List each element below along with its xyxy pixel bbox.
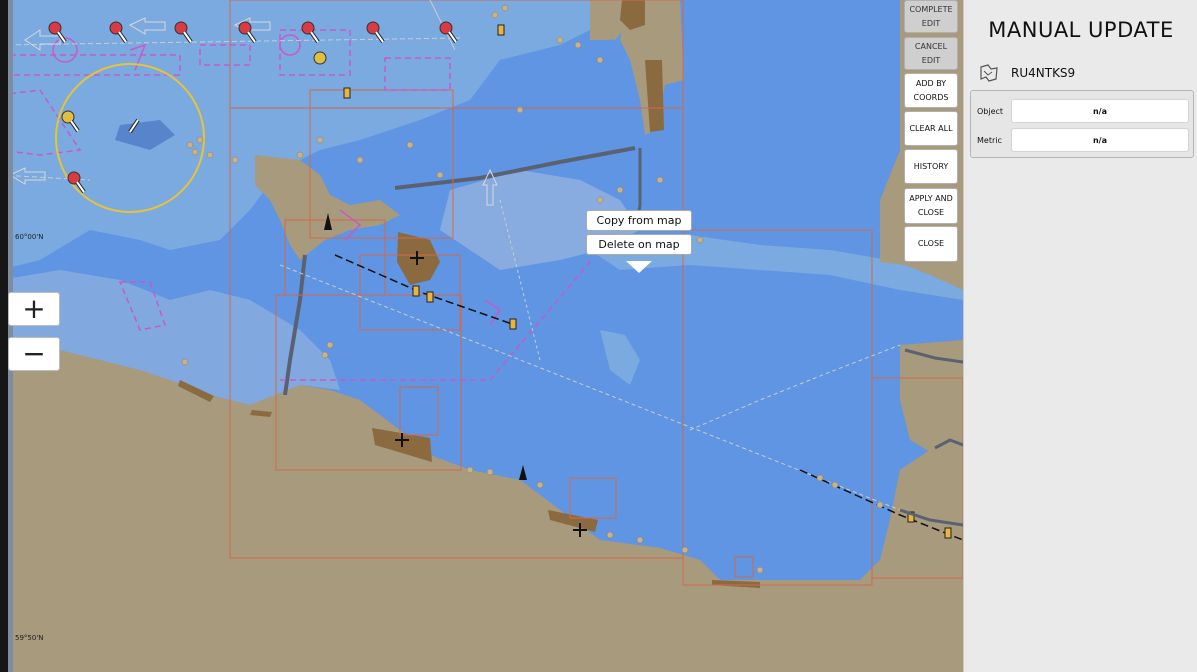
metric-row: Metric n/a [971, 127, 1195, 153]
chart-frame-scale [8, 0, 13, 672]
clear-all-button[interactable]: CLEAR ALL [904, 111, 958, 146]
cell-name: RU4NTKS9 [1011, 66, 1076, 80]
object-value-field[interactable]: n/a [1011, 99, 1189, 123]
zoom-in-button[interactable]: + [8, 292, 60, 326]
add-by-coords-button[interactable]: ADD BY COORDS [904, 73, 958, 108]
latitude-label: 60°00'N [15, 233, 44, 241]
cell-row: RU4NTKS9 [979, 63, 1075, 83]
cancel-edit-button[interactable]: CANCEL EDIT [904, 37, 958, 70]
context-menu: Copy from map Delete on map [586, 210, 696, 273]
chart-canvas[interactable] [0, 0, 963, 672]
panel-title: MANUAL UPDATE [988, 18, 1174, 42]
metric-value-field[interactable]: n/a [1011, 128, 1189, 152]
delete-on-map-button[interactable]: Delete on map [586, 234, 692, 255]
history-button[interactable]: HISTORY [904, 149, 958, 184]
chart-frame-left [0, 0, 8, 672]
zoom-out-button[interactable]: − [8, 337, 60, 371]
chart-cell-icon [980, 64, 998, 82]
latitude-label: 59°50'N [15, 634, 44, 642]
copy-from-map-button[interactable]: Copy from map [586, 210, 692, 231]
apply-and-close-button[interactable]: APPLY AND CLOSE [904, 188, 958, 224]
object-label: Object [977, 106, 1004, 116]
metric-label: Metric [977, 135, 1002, 145]
context-menu-pointer [626, 261, 652, 273]
manual-update-panel: MANUAL UPDATE RU4NTKS9 Object n/a Metric… [963, 0, 1197, 672]
object-row: Object n/a [971, 98, 1195, 124]
close-button[interactable]: CLOSE [904, 226, 958, 262]
object-metric-fields: Object n/a Metric n/a [970, 90, 1194, 158]
nautical-chart-map[interactable]: 60°00'N 59°50'N + − Copy from map Delete… [0, 0, 963, 672]
complete-edit-button[interactable]: COMPLETE EDIT [904, 0, 958, 33]
